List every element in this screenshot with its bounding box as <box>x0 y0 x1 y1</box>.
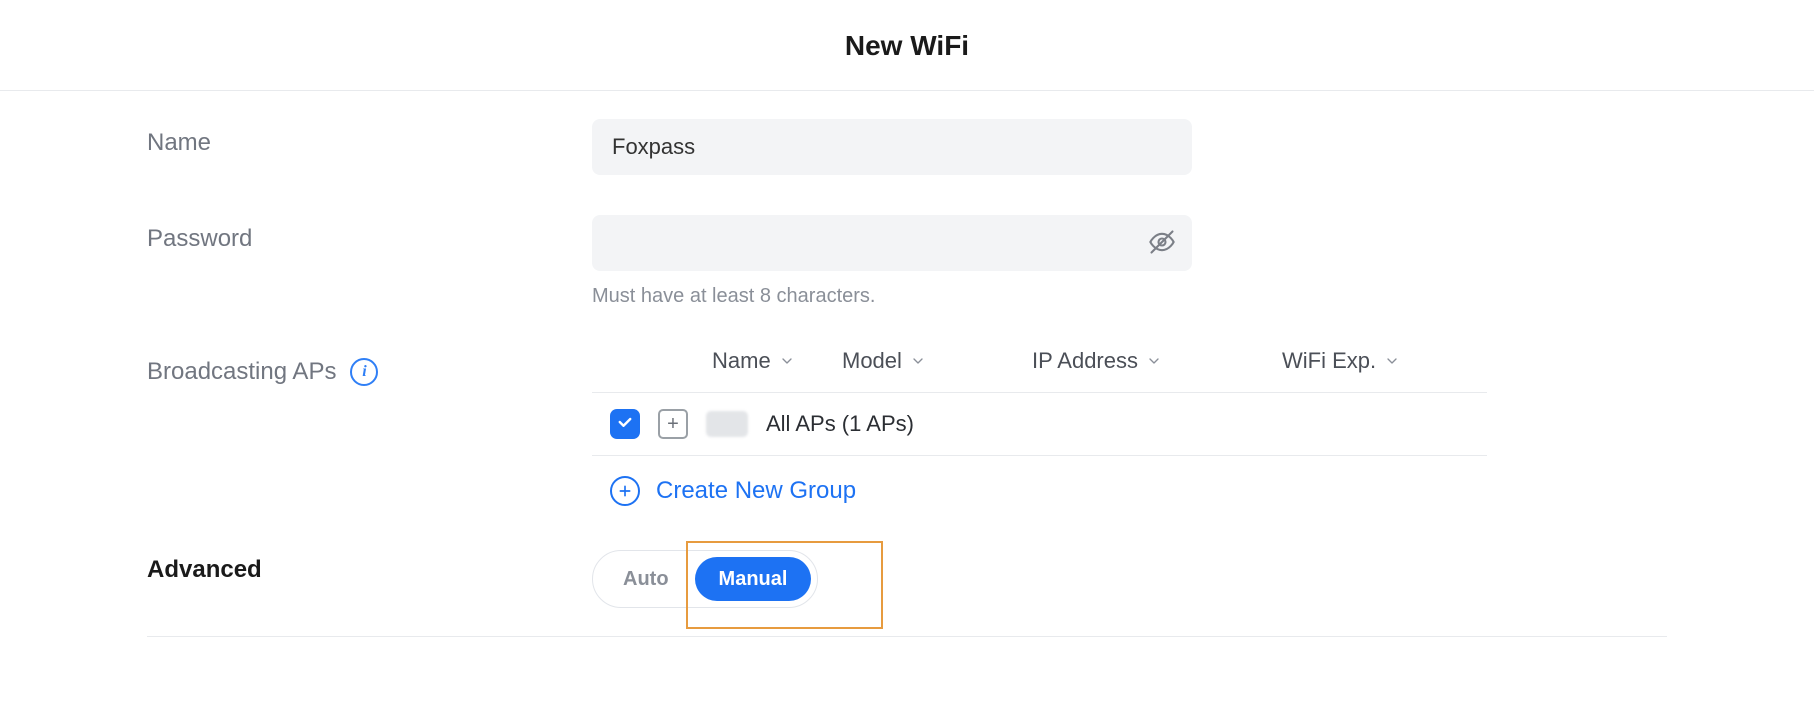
name-input[interactable] <box>592 119 1192 175</box>
expand-group-button[interactable]: + <box>658 409 688 439</box>
password-helper: Must have at least 8 characters. <box>592 285 1667 308</box>
column-header-ip-label: IP Address <box>1032 348 1138 374</box>
column-header-model[interactable]: Model <box>842 348 1032 374</box>
aps-table-header: Name Model IP Address <box>592 348 1487 393</box>
ap-row-label: All APs (1 APs) <box>766 411 914 437</box>
page-title: New WiFi <box>0 30 1814 62</box>
advanced-manual-button[interactable]: Manual <box>695 557 812 601</box>
info-icon[interactable]: i <box>350 358 378 386</box>
column-header-model-label: Model <box>842 348 902 374</box>
plus-circle-icon <box>610 476 640 506</box>
chevron-down-icon <box>1146 353 1162 369</box>
eye-off-icon <box>1148 228 1176 259</box>
select-all-aps-checkbox[interactable] <box>610 409 640 439</box>
chevron-down-icon <box>779 353 795 369</box>
aps-table: Name Model IP Address <box>592 348 1487 506</box>
row-advanced: Advanced Auto Manual <box>147 546 1667 637</box>
row-name: Name <box>147 119 1667 175</box>
column-header-name[interactable]: Name <box>592 348 842 374</box>
row-broadcasting-aps: Broadcasting APs i Name Model <box>147 348 1667 506</box>
name-label: Name <box>147 119 592 157</box>
toggle-password-visibility-button[interactable] <box>1146 227 1178 259</box>
column-header-wifi-exp[interactable]: WiFi Exp. <box>1282 348 1462 374</box>
table-row: + All APs (1 APs) <box>592 393 1487 456</box>
advanced-label: Advanced <box>147 546 592 584</box>
aps-label: Broadcasting APs <box>147 358 336 386</box>
column-header-ip[interactable]: IP Address <box>1032 348 1282 374</box>
advanced-mode-toggle: Auto Manual <box>592 550 818 608</box>
chevron-down-icon <box>1384 353 1400 369</box>
row-password: Password Must have at least 8 characters… <box>147 215 1667 308</box>
check-icon <box>616 413 634 436</box>
aps-label-col: Broadcasting APs i <box>147 348 592 386</box>
create-new-group-button[interactable]: Create New Group <box>592 456 1487 506</box>
create-new-group-label: Create New Group <box>656 477 856 505</box>
ap-thumbnail <box>706 411 748 437</box>
password-input[interactable] <box>592 215 1192 271</box>
advanced-auto-button[interactable]: Auto <box>599 557 693 601</box>
page-header: New WiFi <box>0 0 1814 91</box>
column-header-name-label: Name <box>712 348 771 374</box>
password-label: Password <box>147 215 592 253</box>
plus-icon: + <box>667 414 679 434</box>
column-header-exp-label: WiFi Exp. <box>1282 348 1376 374</box>
chevron-down-icon <box>910 353 926 369</box>
advanced-mode-toggle-wrap: Auto Manual <box>592 546 818 608</box>
wifi-form: Name Password Must have <box>147 91 1667 637</box>
